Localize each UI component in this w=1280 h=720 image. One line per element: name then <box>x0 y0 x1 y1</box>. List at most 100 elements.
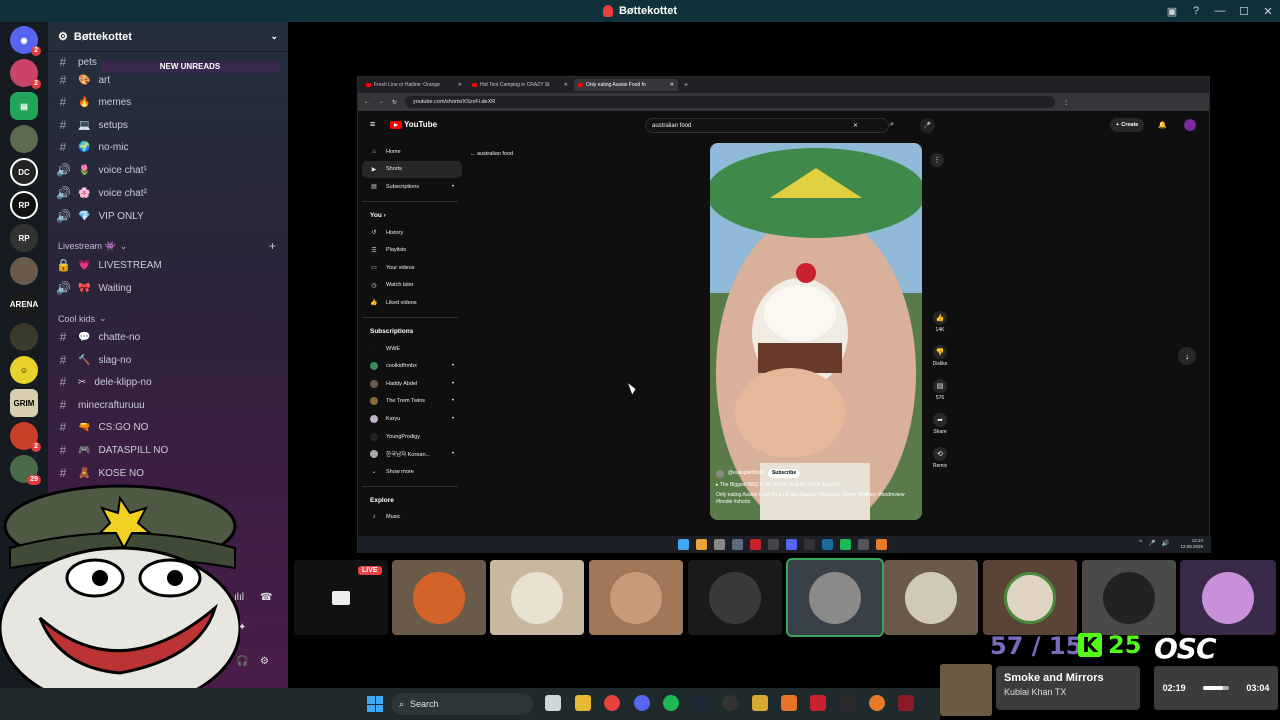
chrome-icon[interactable] <box>604 695 620 711</box>
nav-your-videos[interactable]: ▭ Your videos <box>362 259 462 277</box>
app-icon[interactable] <box>750 539 761 550</box>
screenshare-tile[interactable]: LIVE <box>294 560 388 635</box>
comments-button[interactable]: ▤ 576 <box>933 379 947 401</box>
app-icon[interactable] <box>876 539 887 550</box>
obs-icon[interactable] <box>722 695 738 711</box>
chevron-up-icon[interactable]: ^ <box>1139 540 1142 547</box>
close-icon[interactable]: ✕ <box>670 82 674 88</box>
nav-playlists[interactable]: ☰ Playlists <box>362 241 462 259</box>
app-icon[interactable] <box>858 539 869 550</box>
inbox-icon[interactable]: ▣ <box>1160 0 1184 22</box>
short-video-player[interactable]: @eatingwithbod Subscribe ▸ The Biggest B… <box>710 143 922 520</box>
search-icon[interactable]: ⌕ <box>890 121 894 129</box>
show-more-button[interactable]: ⌄ Show more <box>362 463 462 481</box>
windows-start-icon[interactable] <box>678 539 689 550</box>
discord-icon[interactable] <box>786 539 797 550</box>
remix-button[interactable]: ⟲ Remix <box>933 447 947 469</box>
youtube-logo[interactable]: YouTube <box>390 120 437 129</box>
participant-tile[interactable] <box>983 560 1077 635</box>
channel-waiting[interactable]: 🔊 🎀 Waiting <box>56 278 131 298</box>
channel-livestream[interactable]: 🔒 💗 LIVESTREAM <box>56 255 162 275</box>
channel-avatar[interactable] <box>716 469 724 478</box>
nav-music[interactable]: ♪ Music <box>362 509 462 527</box>
nav-liked-videos[interactable]: 👍 Liked videos <box>362 294 462 312</box>
participant-tile[interactable] <box>1180 560 1276 635</box>
voice-channel-2[interactable]: 🔊 🌸 voice chat² <box>56 183 147 203</box>
category-livestream[interactable]: Livestream 👾 ⌄ <box>58 241 127 252</box>
voice-channel-vip[interactable]: 🔊 💎 VIP ONLY <box>56 206 144 226</box>
channel-dele-klipp-no[interactable]: # ✂ dele-klipp-no <box>56 372 152 392</box>
server-icon[interactable]: ☺ <box>10 356 38 384</box>
participant-tile[interactable] <box>688 560 782 635</box>
clear-search-icon[interactable]: ✕ <box>853 122 858 129</box>
steam-icon[interactable] <box>822 539 833 550</box>
app-icon[interactable] <box>810 695 826 711</box>
maximize-button[interactable]: ☐ <box>1232 0 1256 22</box>
app-icon[interactable] <box>732 539 743 550</box>
participant-tile-speaking[interactable] <box>786 558 884 637</box>
server-icon[interactable]: 2 <box>10 422 41 452</box>
discord-icon[interactable] <box>634 695 650 711</box>
app-icon[interactable] <box>768 539 779 550</box>
category-cool-kids[interactable]: Cool kids ⌄ <box>58 313 107 324</box>
subscription-item[interactable]: coolkidfrmbx • <box>362 357 462 375</box>
participant-tile[interactable] <box>490 560 584 635</box>
app-icon[interactable] <box>898 695 914 711</box>
url-field[interactable]: youtube.com/shorts/XSzvFi.deXR <box>405 96 1056 108</box>
spotify-icon[interactable] <box>663 695 679 711</box>
server-icon[interactable]: ARENA <box>10 290 38 318</box>
server-header[interactable]: ⚙ Bøttekottet ⌄ <box>48 22 288 52</box>
short-song[interactable]: ▸ The Biggest BBQ in the World (And It's… <box>716 482 916 489</box>
channel-slag-no[interactable]: # 🔨 slag-no <box>56 350 132 370</box>
file-explorer-icon[interactable] <box>575 695 591 711</box>
reload-icon[interactable]: ↻ <box>392 99 397 106</box>
server-icon[interactable] <box>10 125 38 153</box>
add-channel-icon[interactable]: + <box>269 239 276 253</box>
channel-pets[interactable]: # pets <box>56 52 97 72</box>
inner-clock[interactable]: 12:24 12.08.2025 <box>1180 538 1203 550</box>
steam-icon[interactable] <box>693 695 709 711</box>
more-options-icon[interactable]: ⋮ <box>930 153 944 167</box>
forward-icon[interactable]: → <box>378 99 384 105</box>
close-button[interactable]: ✕ <box>1256 0 1280 22</box>
subscribe-button[interactable]: Subscribe <box>767 469 801 478</box>
windows-start-icon[interactable] <box>367 696 383 712</box>
channel-csgo-no[interactable]: # 🔫 CS:GO NO <box>56 417 149 437</box>
user-settings-icon[interactable]: ⚙ <box>260 656 269 667</box>
like-button[interactable]: 👍 14K <box>933 311 947 333</box>
participant-tile[interactable] <box>884 560 978 635</box>
volume-icon[interactable]: 🔊 <box>1162 540 1169 547</box>
mic-icon[interactable]: 🎤 <box>1148 540 1155 547</box>
voice-channel-1[interactable]: 🔊 🌷 voice chat¹ <box>56 160 147 180</box>
minimize-button[interactable]: — <box>1208 0 1232 22</box>
subscription-item[interactable]: Haddy Abdel • <box>362 375 462 393</box>
nav-shorts[interactable]: ▶ Shorts <box>362 160 462 179</box>
channel-art[interactable]: # 🎨 art <box>56 70 110 90</box>
new-unreads-banner[interactable]: NEW UNREADS <box>100 61 280 73</box>
app-icon[interactable] <box>752 695 768 711</box>
help-icon[interactable]: ? <box>1184 0 1208 22</box>
server-icon[interactable] <box>10 323 38 351</box>
server-icon[interactable]: RP <box>10 191 38 219</box>
server-icon[interactable]: 2 <box>10 59 41 89</box>
subscription-item[interactable]: The Trem Twins • <box>362 393 462 411</box>
youtube-search-input[interactable]: australian food ✕ <box>645 118 889 133</box>
menu-icon[interactable]: ≡ <box>370 119 375 129</box>
task-view-icon[interactable] <box>545 695 561 711</box>
nav-watch-later[interactable]: ◷ Watch later <box>362 277 462 295</box>
app-icon[interactable] <box>781 695 797 711</box>
next-short-button[interactable]: ↓ <box>1178 347 1196 365</box>
notifications-icon[interactable]: 🔔 <box>1158 121 1167 129</box>
epic-games-icon[interactable] <box>840 695 856 711</box>
account-avatar[interactable] <box>1184 119 1196 131</box>
disconnect-icon[interactable]: ☎ <box>260 592 272 603</box>
channel-setups[interactable]: # 💻 setups <box>56 115 128 135</box>
channel-minecrafturuuu[interactable]: # minecrafturuuu <box>56 395 145 415</box>
subscription-item[interactable]: 한국남자 Korean... • <box>362 445 462 463</box>
app-icon[interactable] <box>869 695 885 711</box>
server-icon[interactable]: DC <box>10 158 38 186</box>
spotify-icon[interactable] <box>840 539 851 550</box>
channel-dataspill-no[interactable]: # 🎮 DATASPILL NO <box>56 440 169 460</box>
browser-tab-active[interactable]: Only eating Aussie Food fo ✕ <box>574 79 678 91</box>
channel-memes[interactable]: # 🔥 memes <box>56 92 132 112</box>
